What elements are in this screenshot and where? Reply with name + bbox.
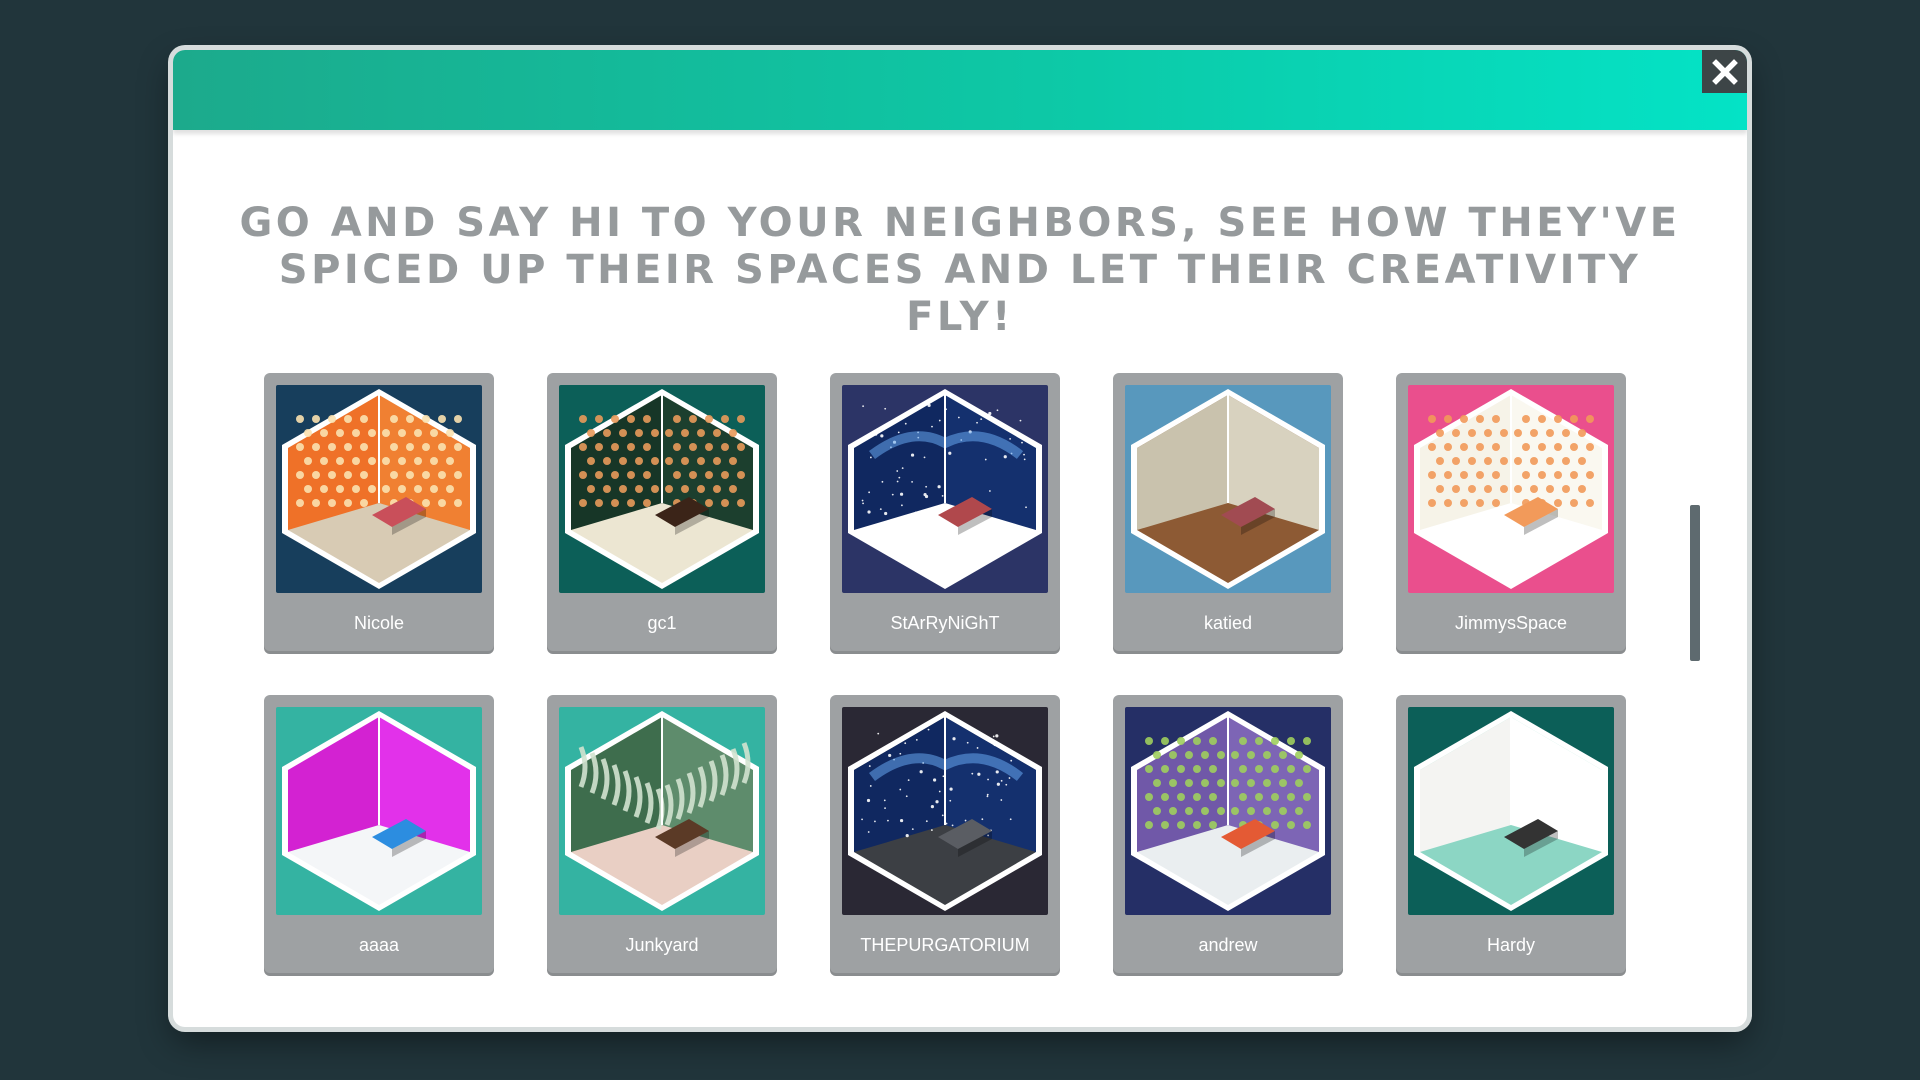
room-card-gc1[interactable]: gc1: [547, 373, 777, 654]
room-thumbnail: [1125, 707, 1331, 915]
scrollbar-thumb[interactable]: [1690, 505, 1700, 661]
room-card-nicole[interactable]: Nicole: [264, 373, 494, 654]
room-thumbnail: [276, 707, 482, 915]
room-card-hardy[interactable]: Hardy: [1396, 695, 1626, 976]
close-x-icon: [1711, 58, 1738, 85]
room-thumbnail: [1408, 707, 1614, 915]
room-card-katied[interactable]: katied: [1113, 373, 1343, 654]
neighbors-modal: GO AND SAY HI TO YOUR NEIGHBORS, SEE HOW…: [173, 50, 1747, 1027]
room-owner-name: Junkyard: [625, 935, 699, 955]
scrollbar[interactable]: [1690, 505, 1700, 661]
modal-header: [173, 50, 1747, 130]
room-card-andrew[interactable]: andrew: [1113, 695, 1343, 976]
room-card-junkyard[interactable]: Junkyard: [547, 695, 777, 976]
room-owner-name: Nicole: [353, 613, 405, 633]
neighbors-headline: GO AND SAY HI TO YOUR NEIGHBORS, SEE HOW…: [233, 200, 1687, 341]
room-thumbnail: [276, 385, 482, 593]
room-thumbnail: [559, 385, 765, 593]
room-owner-name: THEPURGATORIUM: [860, 935, 1030, 955]
room-thumbnail: [1408, 385, 1614, 593]
room-owner-name: JimmysSpace: [1454, 613, 1568, 633]
room-thumbnail: [559, 707, 765, 915]
room-card-thepurgatorium[interactable]: THEPURGATORIUM: [830, 695, 1060, 976]
room-thumbnail: [842, 385, 1048, 593]
close-button[interactable]: [1702, 50, 1747, 93]
headline-line-2: SPICED UP THEIR SPACES AND LET THEIR CRE…: [278, 247, 1642, 340]
room-owner-name: aaaa: [358, 935, 400, 955]
room-owner-name: gc1: [647, 613, 677, 633]
room-owner-name: andrew: [1198, 935, 1258, 955]
headline-line-1: GO AND SAY HI TO YOUR NEIGHBORS, SEE HOW…: [239, 200, 1681, 246]
room-owner-name: katied: [1203, 613, 1253, 633]
room-card-jimmysspace[interactable]: JimmysSpace: [1396, 373, 1626, 654]
room-thumbnail: [1125, 385, 1331, 593]
room-owner-name: Hardy: [1486, 935, 1535, 955]
room-card-aaaa[interactable]: aaaa: [264, 695, 494, 976]
room-card-starrynight[interactable]: StArRyNiGhT: [830, 373, 1060, 654]
room-owner-name: StArRyNiGhT: [890, 613, 1000, 633]
room-thumbnail: [842, 707, 1048, 915]
